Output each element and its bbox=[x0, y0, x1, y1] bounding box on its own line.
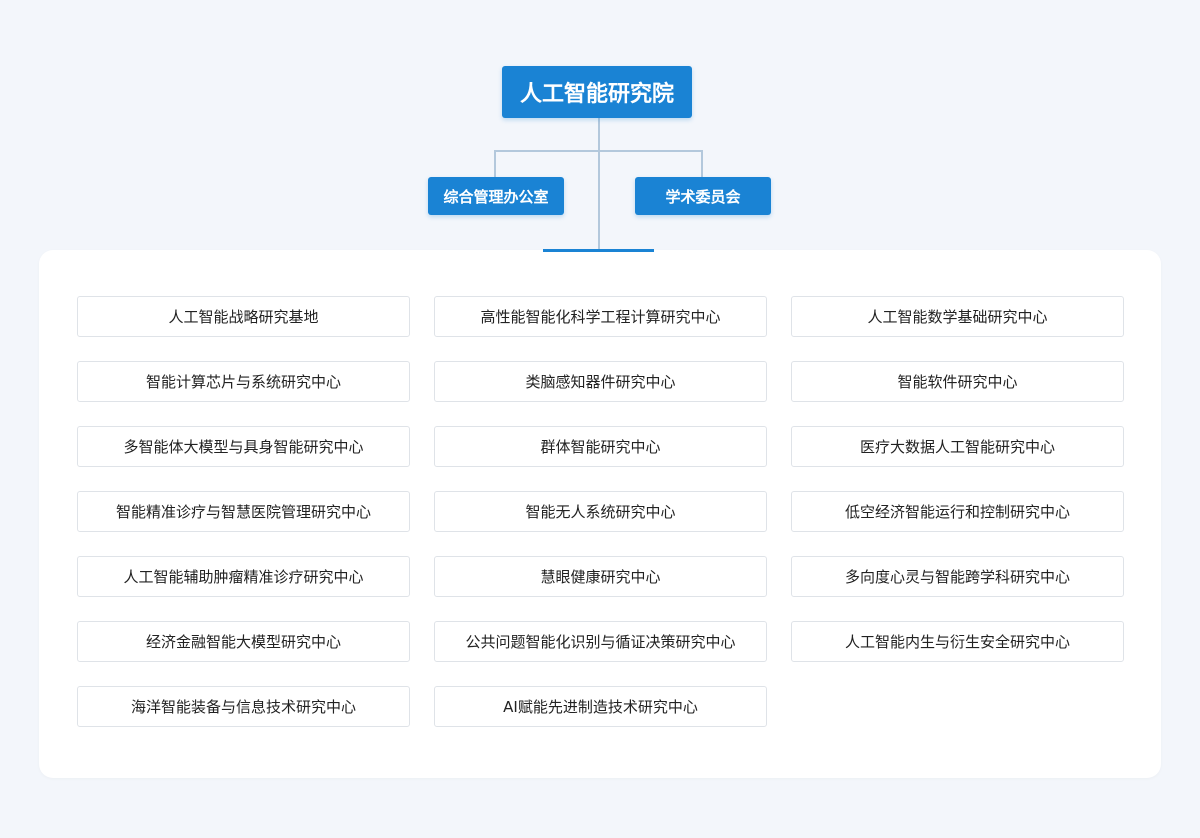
org-chart: 人工智能研究院 综合管理办公室 学术委员会 人工智能战略研究基地 高性能智能化科学… bbox=[0, 0, 1200, 838]
center-item: 类脑感知器件研究中心 bbox=[434, 361, 767, 402]
panel-accent-bar bbox=[543, 249, 654, 252]
branch-node-admin-office: 综合管理办公室 bbox=[428, 177, 564, 215]
center-item: AI赋能先进制造技术研究中心 bbox=[434, 686, 767, 727]
center-item: 慧眼健康研究中心 bbox=[434, 556, 767, 597]
center-item: 公共问题智能化识别与循证决策研究中心 bbox=[434, 621, 767, 662]
center-item: 医疗大数据人工智能研究中心 bbox=[791, 426, 1124, 467]
connector-branch bbox=[494, 150, 703, 152]
center-item: 人工智能内生与衍生安全研究中心 bbox=[791, 621, 1124, 662]
center-item: 人工智能辅助肿瘤精准诊疗研究中心 bbox=[77, 556, 410, 597]
center-item: 高性能智能化科学工程计算研究中心 bbox=[434, 296, 767, 337]
center-item: 智能无人系统研究中心 bbox=[434, 491, 767, 532]
connector-left bbox=[494, 150, 496, 178]
center-item: 低空经济智能运行和控制研究中心 bbox=[791, 491, 1124, 532]
center-item: 多向度心灵与智能跨学科研究中心 bbox=[791, 556, 1124, 597]
center-item: 群体智能研究中心 bbox=[434, 426, 767, 467]
root-node: 人工智能研究院 bbox=[502, 66, 692, 118]
centers-panel: 人工智能战略研究基地 高性能智能化科学工程计算研究中心 人工智能数学基础研究中心 智能… bbox=[39, 250, 1161, 778]
center-item: 人工智能战略研究基地 bbox=[77, 296, 410, 337]
connector-right bbox=[701, 150, 703, 178]
center-item: 智能软件研究中心 bbox=[791, 361, 1124, 402]
branch-node-academic-committee: 学术委员会 bbox=[635, 177, 771, 215]
connector-main bbox=[598, 118, 600, 250]
center-item: 智能计算芯片与系统研究中心 bbox=[77, 361, 410, 402]
center-item: 智能精准诊疗与智慧医院管理研究中心 bbox=[77, 491, 410, 532]
centers-grid: 人工智能战略研究基地 高性能智能化科学工程计算研究中心 人工智能数学基础研究中心 智能… bbox=[77, 296, 1124, 727]
center-item: 人工智能数学基础研究中心 bbox=[791, 296, 1124, 337]
center-item: 海洋智能装备与信息技术研究中心 bbox=[77, 686, 410, 727]
center-item: 多智能体大模型与具身智能研究中心 bbox=[77, 426, 410, 467]
center-item: 经济金融智能大模型研究中心 bbox=[77, 621, 410, 662]
